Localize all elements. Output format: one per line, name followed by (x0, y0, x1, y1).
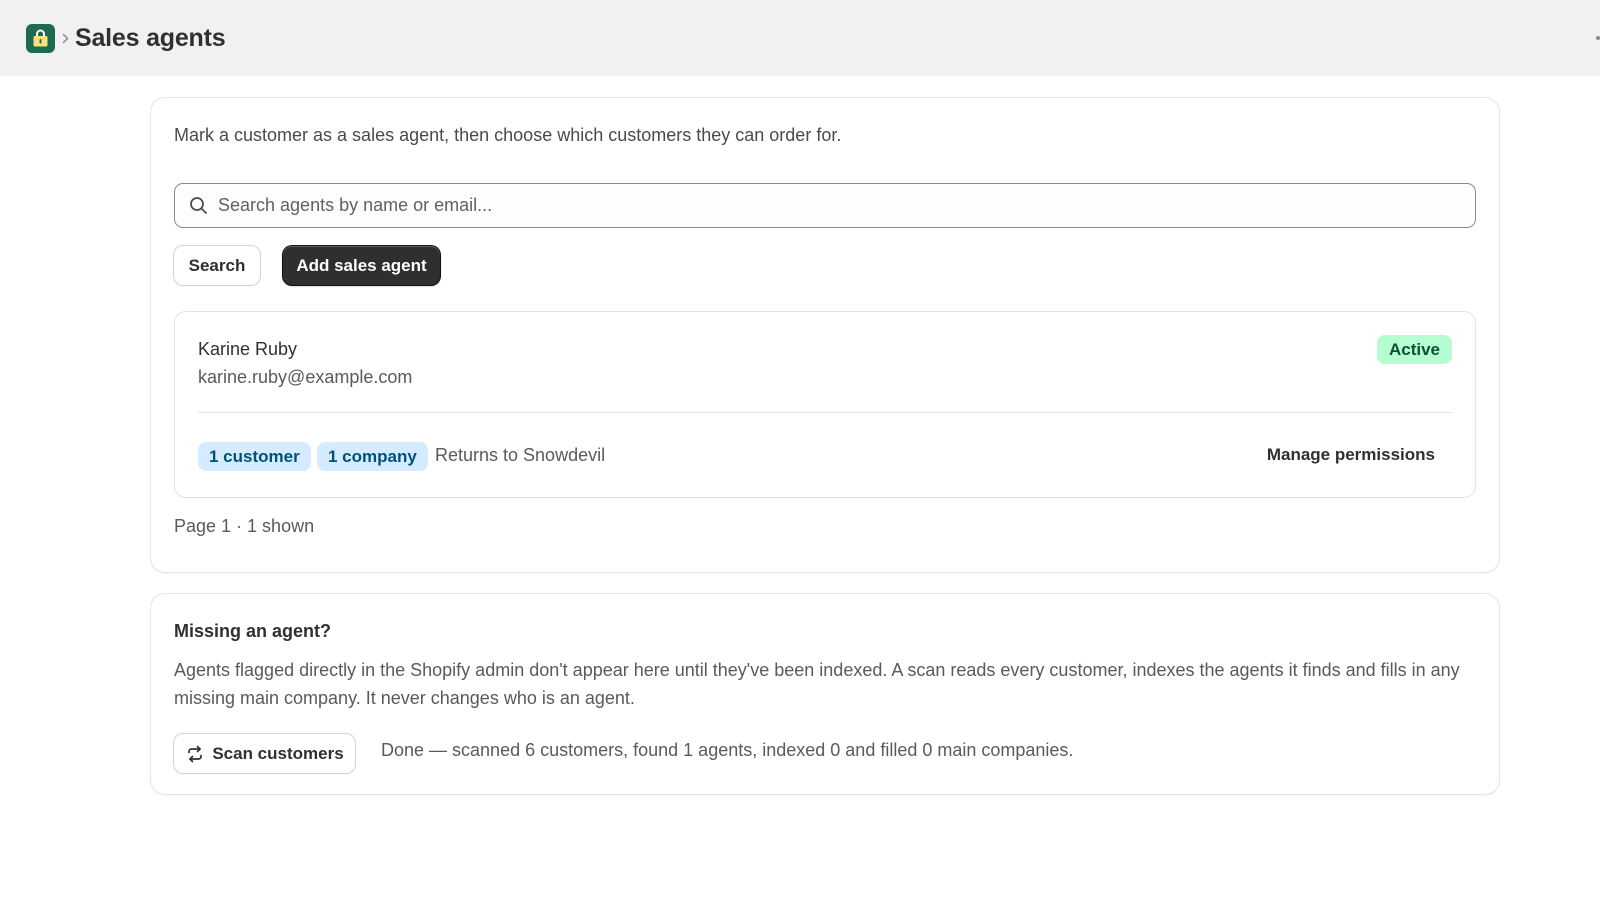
search-input[interactable] (218, 195, 1418, 216)
agent-list-item: Karine Ruby karine.ruby@example.com Acti… (174, 311, 1476, 498)
search-icon (189, 196, 208, 215)
customers-count-tag: 1 customer (198, 442, 311, 471)
refresh-icon (185, 744, 205, 764)
missing-agent-title: Missing an agent? (174, 621, 332, 641)
divider (198, 412, 1452, 413)
pagination-status: Page 1 · 1 shown (174, 516, 315, 536)
manage-permissions-button[interactable]: Manage permissions (1267, 445, 1435, 465)
sales-agents-card: Mark a customer as a sales agent, then c… (151, 98, 1499, 572)
returns-to-text: Returns to Snowdevil (435, 445, 606, 465)
add-sales-agent-button[interactable]: Add sales agent (283, 246, 440, 285)
chevron-right-icon (62, 33, 69, 44)
agent-email: karine.ruby@example.com (198, 367, 413, 387)
agent-name: Karine Ruby (198, 339, 298, 359)
scan-customers-label: Scan customers (212, 743, 344, 763)
lock-bag-icon[interactable] (26, 23, 55, 53)
companies-count-tag: 1 company (317, 442, 428, 471)
missing-agent-card: Missing an agent? Agents flagged directl… (151, 594, 1499, 794)
search-button[interactable]: Search (174, 246, 260, 285)
scan-status-text: Done — scanned 6 customers, found 1 agen… (381, 740, 1074, 760)
status-badge: Active (1376, 335, 1452, 364)
more-actions-icon[interactable] (1596, 36, 1600, 40)
missing-agent-description: Agents flagged directly in the Shopify a… (174, 660, 1460, 708)
page-title: Sales agents (75, 23, 226, 52)
top-bar: Sales agents (0, 0, 1600, 76)
scan-customers-button[interactable]: Scan customers (174, 734, 355, 773)
search-field[interactable] (174, 183, 1476, 228)
intro-text: Mark a customer as a sales agent, then c… (174, 125, 842, 145)
